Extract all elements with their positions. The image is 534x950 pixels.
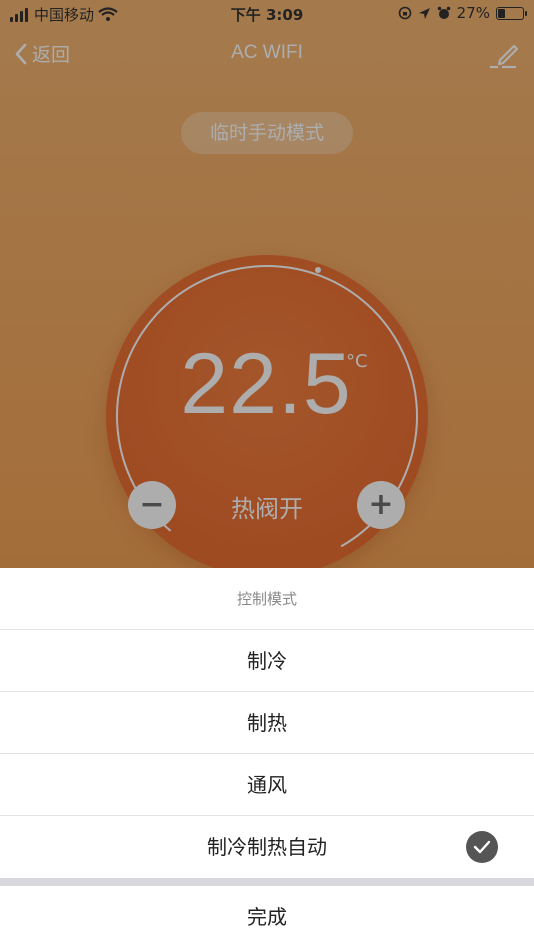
option-ventilation[interactable]: 通风 — [0, 754, 534, 816]
option-label: 制冷 — [247, 649, 287, 673]
thermostat-screen: 中国移动 下午 3:09 27% 返回 AC WIFI 临时手动模式 22.5 … — [0, 0, 534, 568]
sheet-title: 控制模式 — [0, 568, 534, 630]
option-label: 制冷制热自动 — [207, 835, 327, 859]
option-label: 制热 — [247, 711, 287, 735]
modal-backdrop[interactable] — [0, 0, 534, 568]
option-cooling[interactable]: 制冷 — [0, 630, 534, 692]
option-label: 通风 — [247, 773, 287, 797]
checkmark-icon — [466, 831, 498, 863]
option-heating[interactable]: 制热 — [0, 692, 534, 754]
option-auto-cool-heat[interactable]: 制冷制热自动 — [0, 816, 534, 878]
sheet-separator — [0, 878, 534, 886]
control-mode-action-sheet: 控制模式 制冷 制热 通风 制冷制热自动 完成 — [0, 568, 534, 950]
done-button[interactable]: 完成 — [0, 886, 534, 948]
